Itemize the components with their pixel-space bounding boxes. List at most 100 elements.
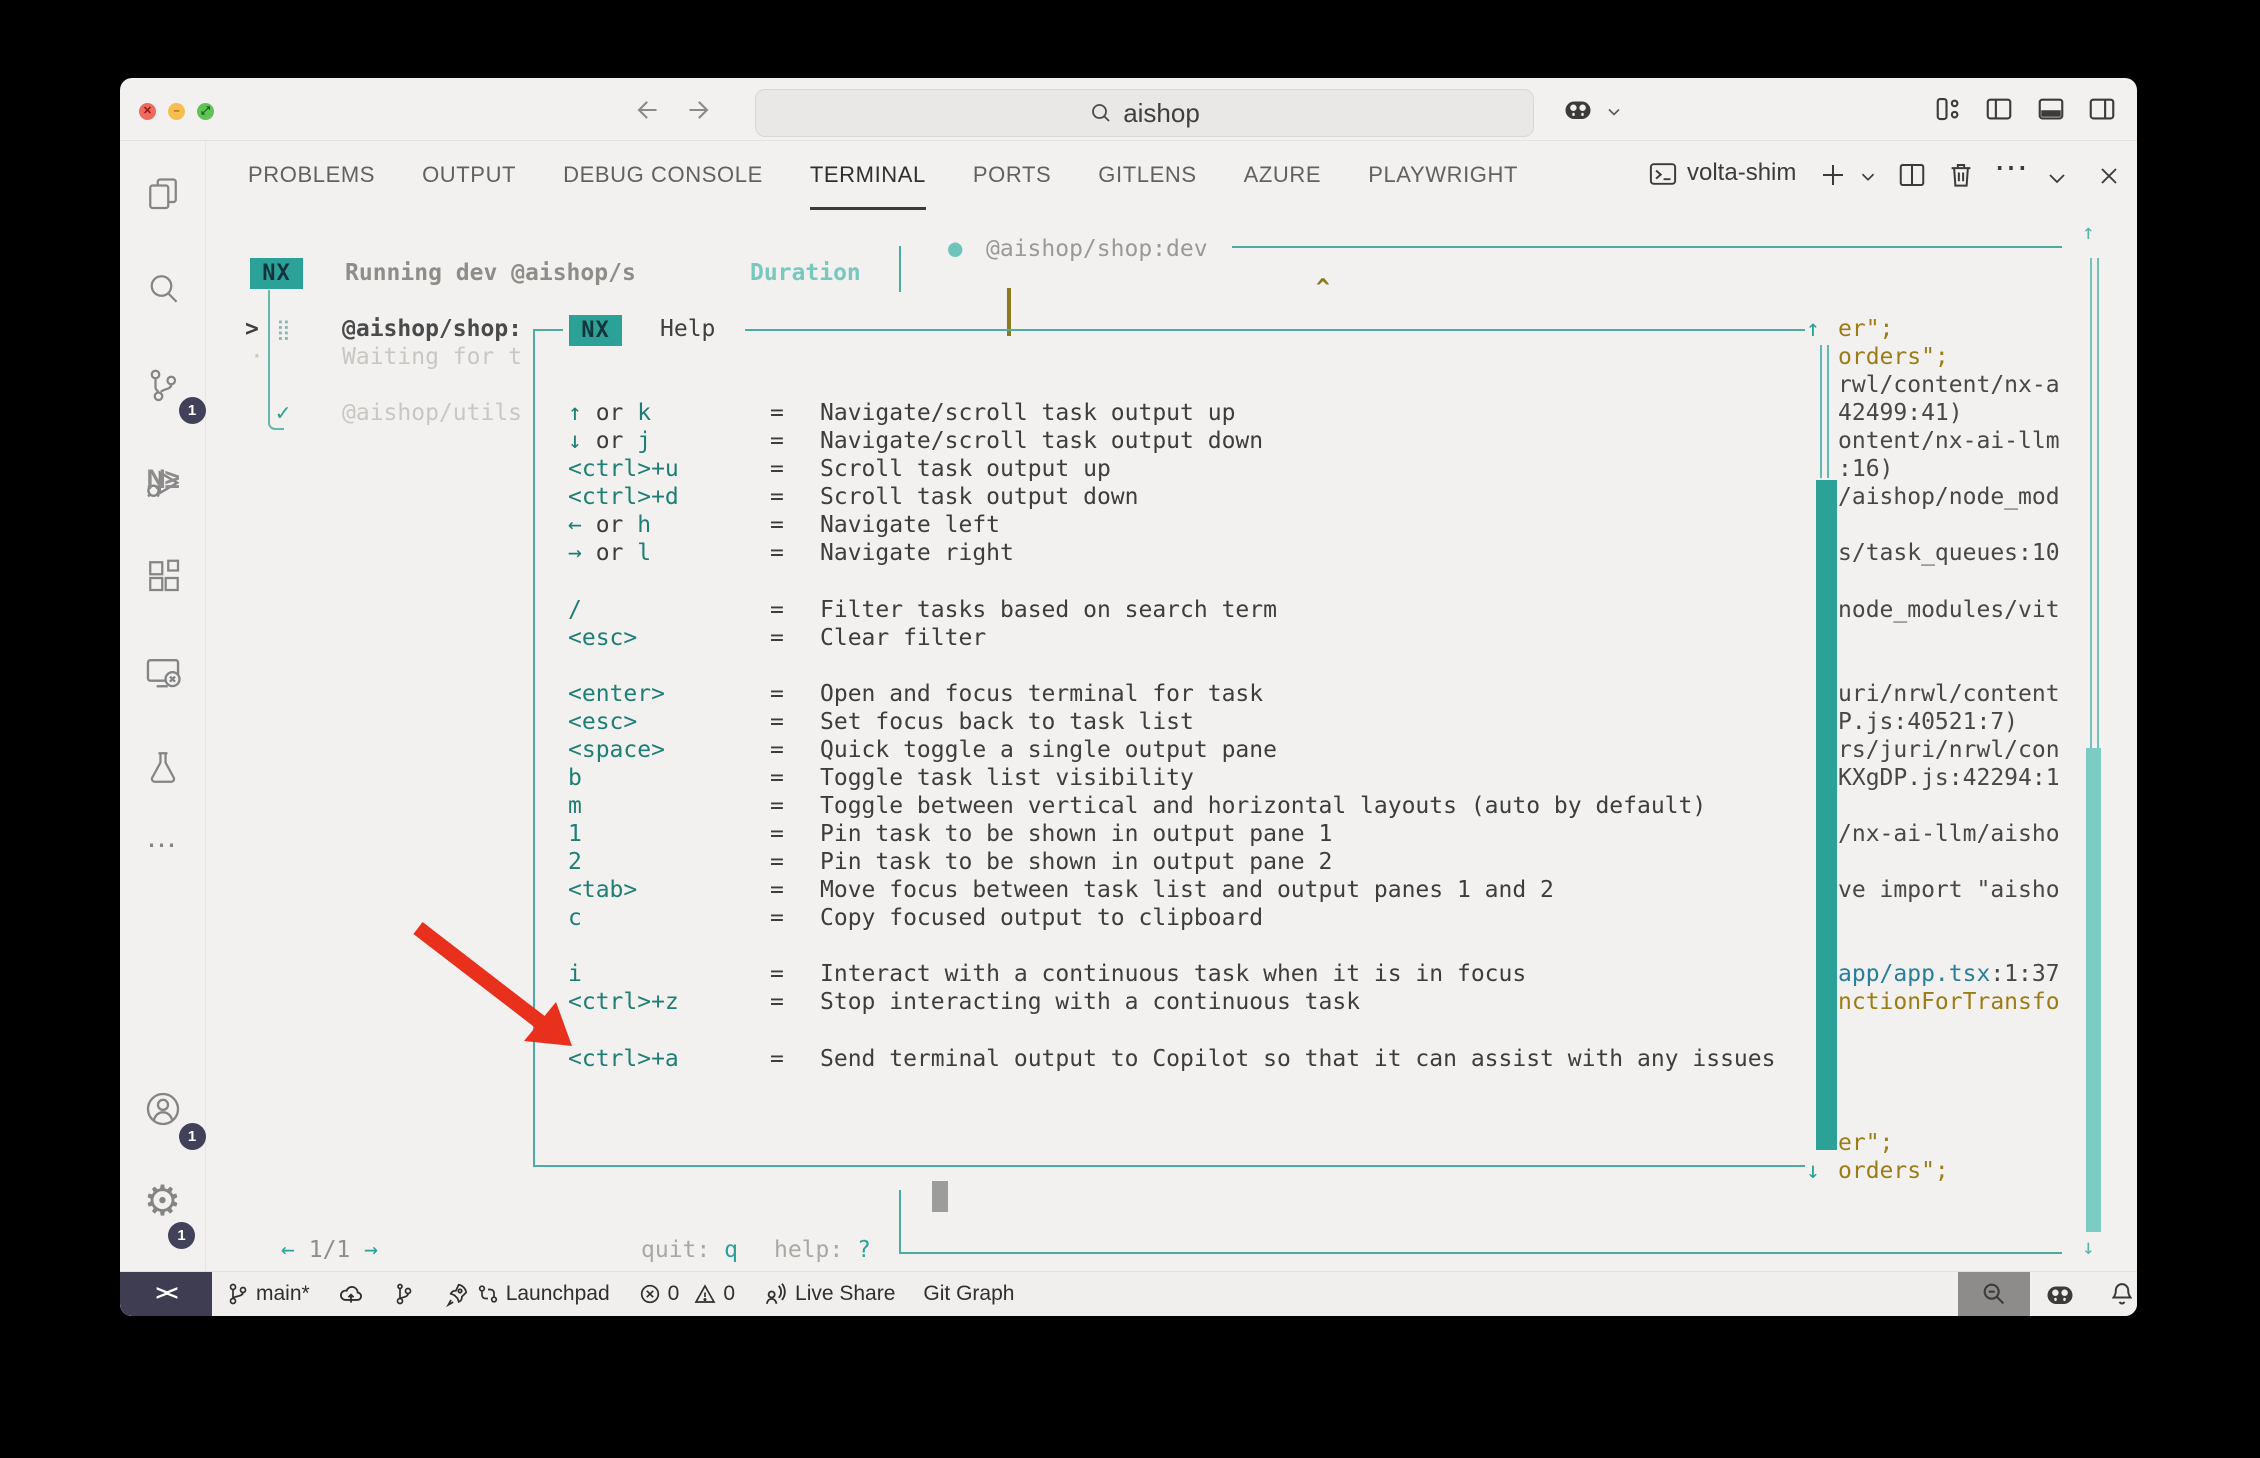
- plus-icon: [1818, 160, 1848, 190]
- help-box-top-stub: [533, 329, 563, 331]
- notifications-bell-button[interactable]: [2108, 1272, 2136, 1316]
- output-line: rwl/content/nx-a: [1838, 371, 2060, 400]
- help-row: /=Filter tasks based on search term: [568, 596, 1277, 625]
- output-line: node_modules/vit: [1838, 596, 2060, 625]
- accounts-button[interactable]: 1: [143, 1089, 183, 1129]
- quit-hint-key: q: [724, 1237, 738, 1263]
- sidebar-item-extensions[interactable]: [145, 557, 181, 593]
- source-control-icon: [145, 367, 181, 403]
- duration-column-label: Duration: [750, 259, 861, 288]
- search-icon: [1089, 101, 1113, 125]
- copilot-chevron-button[interactable]: [1604, 102, 1624, 122]
- toggle-primary-sidebar-button[interactable]: [1984, 95, 2014, 123]
- copilot-status-button[interactable]: [2045, 1272, 2075, 1316]
- help-row: → or l=Navigate right: [568, 539, 1014, 568]
- close-panel-button[interactable]: [2095, 162, 2123, 190]
- output-line: ve import "aisho: [1838, 876, 2060, 905]
- back-arrow-button[interactable]: [632, 96, 660, 124]
- titlebar: ✕ – ⤢ aishop: [120, 78, 2137, 141]
- output-line: orders";: [1838, 343, 1949, 372]
- terminal-profile-icon: [1648, 160, 1678, 188]
- right-scrollbar-thumb[interactable]: [2086, 748, 2101, 1232]
- forward-arrow-button[interactable]: [686, 96, 714, 124]
- live-share-item[interactable]: Live Share: [763, 1281, 895, 1307]
- kill-terminal-button[interactable]: [1946, 160, 1976, 190]
- search-icon: [145, 271, 181, 307]
- output-line: /aishop/node_mod: [1838, 483, 2060, 512]
- customize-layout-button[interactable]: [1934, 95, 1964, 123]
- sync-changes-item[interactable]: [338, 1281, 364, 1307]
- zoom-status-button[interactable]: [1958, 1272, 2030, 1316]
- new-terminal-button[interactable]: [1818, 160, 1848, 190]
- scroll-up-icon[interactable]: ↑: [2082, 218, 2095, 247]
- close-window-button[interactable]: ✕: [139, 103, 156, 120]
- problems-status-item[interactable]: 0 0: [638, 1282, 735, 1306]
- git-compare-icon: [476, 1282, 500, 1306]
- split-panel-icon: [1897, 160, 1927, 190]
- minimize-window-button[interactable]: –: [168, 103, 185, 120]
- right-scroll-track-line: [2090, 258, 2092, 748]
- help-box-top-border: [745, 329, 1805, 331]
- copilot-menu-button[interactable]: [1563, 96, 1593, 122]
- task-row-utils[interactable]: @aishop/utils: [342, 399, 522, 428]
- vscode-window: ✕ – ⤢ aishop: [120, 78, 2137, 1316]
- chevron-down-icon: [1604, 102, 1624, 122]
- sidebar-item-nx-console[interactable]: N≥: [146, 464, 178, 495]
- toggle-panel-button[interactable]: [2036, 95, 2066, 123]
- output-line: s/task_queues:10: [1838, 539, 2060, 568]
- output-scrollbar-thumb[interactable]: [1816, 480, 1837, 1150]
- split-terminal-button[interactable]: [1897, 160, 1927, 190]
- scroll-down-icon[interactable]: ↓: [2082, 1233, 2095, 1262]
- branch-status-item[interactable]: main*: [226, 1282, 310, 1306]
- tab-problems[interactable]: PROBLEMS: [248, 140, 375, 210]
- task-pagination[interactable]: ← 1/1 →: [281, 1236, 378, 1265]
- help-row: b=Toggle task list visibility: [568, 764, 1194, 793]
- task-row-shop[interactable]: @aishop/shop:: [342, 315, 522, 344]
- page-left-arrow[interactable]: ←: [281, 1237, 295, 1263]
- help-row: <ctrl>+a=Send terminal output to Copilot…: [568, 1045, 1775, 1074]
- close-icon: [2095, 162, 2123, 190]
- tab-debug-console[interactable]: DEBUG CONSOLE: [563, 140, 763, 210]
- tab-playwright[interactable]: PLAYWRIGHT: [1368, 140, 1518, 210]
- tab-terminal[interactable]: TERMINAL: [810, 140, 926, 210]
- zoom-window-button[interactable]: ⤢: [197, 103, 214, 120]
- output-line: 42499:41): [1838, 399, 1963, 428]
- output-line: nctionForTransfo: [1838, 988, 2060, 1017]
- selected-task-caret: >: [245, 315, 259, 344]
- help-row: <ctrl>+u=Scroll task output up: [568, 455, 1111, 484]
- tab-azure[interactable]: AZURE: [1244, 140, 1322, 210]
- arrow-left-icon: [632, 96, 660, 124]
- warning-count: 0: [723, 1282, 735, 1306]
- command-center-search[interactable]: aishop: [755, 89, 1534, 137]
- launchpad-label: Launchpad: [506, 1282, 610, 1306]
- sidebar-item-search[interactable]: [145, 271, 181, 307]
- pipeline-status-item[interactable]: [392, 1282, 416, 1306]
- cloud-upload-icon: [338, 1281, 364, 1307]
- page-right-arrow[interactable]: →: [364, 1237, 378, 1263]
- settings-gear-button[interactable]: ⚙: [144, 1180, 182, 1222]
- arrow-right-icon: [686, 96, 714, 124]
- terminal-more-actions-button[interactable]: ⋯: [1994, 148, 2028, 188]
- help-row: <esc>=Set focus back to task list: [568, 708, 1194, 737]
- tui-hints: quit: qhelp: ?: [641, 1236, 871, 1265]
- sidebar-item-explorer[interactable]: [145, 175, 181, 211]
- live-share-label: Live Share: [795, 1282, 895, 1306]
- tab-gitlens[interactable]: GITLENS: [1098, 140, 1196, 210]
- terminal-profile-dropdown[interactable]: [1857, 166, 1879, 188]
- hide-panel-chevron-button[interactable]: [2045, 166, 2069, 190]
- sidebar-item-testing[interactable]: [145, 748, 181, 784]
- block-cursor: [932, 1181, 948, 1212]
- tab-ports[interactable]: PORTS: [973, 140, 1051, 210]
- activity-more-button[interactable]: ⋯: [147, 828, 179, 863]
- toggle-secondary-sidebar-button[interactable]: [2087, 95, 2117, 123]
- launchpad-item[interactable]: Launchpad: [444, 1281, 610, 1307]
- sidebar-item-source-control[interactable]: 1: [145, 367, 181, 403]
- tab-output[interactable]: OUTPUT: [422, 140, 516, 210]
- terminal-instance-name[interactable]: volta-shim: [1687, 159, 1796, 187]
- sidebar-item-remote-explorer[interactable]: [144, 653, 182, 691]
- git-graph-item[interactable]: Git Graph: [923, 1282, 1014, 1306]
- remote-indicator[interactable]: ><: [120, 1272, 212, 1316]
- settings-badge: 1: [168, 1222, 195, 1249]
- pane-header-line: [1232, 246, 2062, 248]
- drag-grip-icon[interactable]: ⣿: [276, 315, 291, 344]
